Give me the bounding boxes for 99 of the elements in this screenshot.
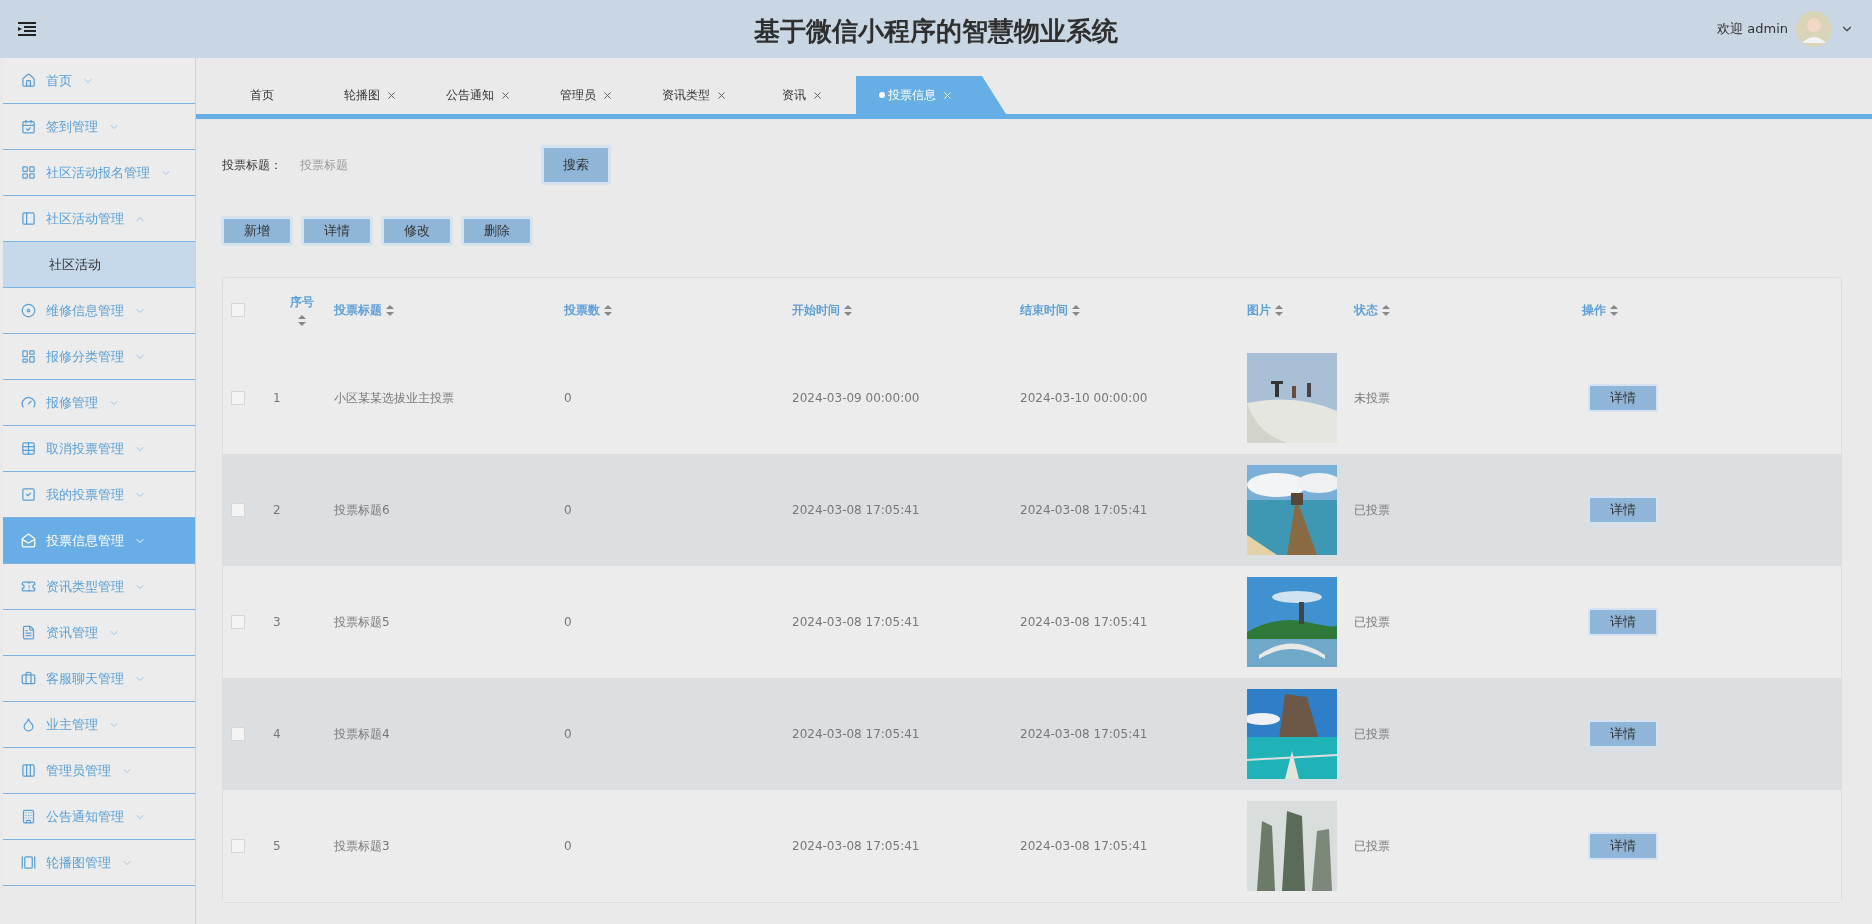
- table-cell-text: 已投票: [1354, 613, 1391, 631]
- checkbox[interactable]: [231, 303, 245, 317]
- column-header[interactable]: 图片: [1247, 301, 1271, 319]
- table-cell-text: 0: [564, 615, 573, 629]
- menu-icon[interactable]: [18, 22, 36, 36]
- sort-icon[interactable]: [297, 315, 306, 326]
- checkbox[interactable]: [231, 391, 245, 405]
- table-cell-text: 0: [564, 503, 573, 517]
- search-button[interactable]: 搜索: [542, 146, 610, 184]
- close-icon[interactable]: [499, 89, 511, 101]
- table-cell-text: 2: [273, 503, 282, 517]
- detail-button[interactable]: 详情: [1588, 496, 1658, 524]
- sidebar-item[interactable]: 投票信息管理: [3, 518, 195, 564]
- table-cell-text: 投票标题3: [334, 837, 391, 855]
- table-cell-text: 投票标题5: [334, 613, 391, 631]
- search-field[interactable]: 投票标题: [294, 150, 486, 180]
- column-header[interactable]: 状态: [1354, 301, 1378, 319]
- table-cell-text: 2024-03-08 17:05:41: [792, 727, 921, 741]
- tab[interactable]: 轮播图: [316, 76, 424, 114]
- document-icon: [21, 625, 36, 640]
- table-cell-text: 2024-03-08 17:05:41: [1020, 615, 1149, 629]
- table-cell-text: 未投票: [1354, 389, 1391, 407]
- checkbox[interactable]: [231, 839, 245, 853]
- welcome-text: 欢迎 admin: [1717, 20, 1788, 38]
- table-cell-text: 投票标题4: [334, 725, 391, 743]
- sort-icon[interactable]: [844, 304, 852, 316]
- sort-icon[interactable]: [1072, 304, 1080, 316]
- table-icon: [21, 441, 36, 456]
- search-label: 投票标题：: [222, 156, 282, 174]
- sort-icon[interactable]: [1610, 304, 1618, 316]
- table-cell-text: 2024-03-08 17:05:41: [1020, 727, 1149, 741]
- detail-button[interactable]: 详情: [1588, 384, 1658, 412]
- ticket-icon: [21, 579, 36, 594]
- close-icon[interactable]: [385, 89, 397, 101]
- disc-icon: [21, 303, 36, 318]
- close-icon[interactable]: [601, 89, 613, 101]
- app-title: 基于微信小程序的智慧物业系统: [754, 16, 1118, 46]
- column-header[interactable]: 投票标题: [334, 301, 382, 319]
- tab[interactable]: 公告通知: [424, 76, 532, 114]
- checkbox-icon: [21, 487, 36, 502]
- table-cell-text: 2024-03-09 00:00:00: [792, 391, 921, 405]
- tab[interactable]: 首页: [208, 76, 316, 114]
- checkbox[interactable]: [231, 615, 245, 629]
- tab[interactable]: 资讯类型: [640, 76, 748, 114]
- table-cell-text: 5: [273, 839, 282, 853]
- dashboard-icon: [21, 349, 36, 364]
- table-cell-text: 0: [564, 727, 573, 741]
- action-button[interactable]: 删除: [462, 217, 532, 245]
- close-icon[interactable]: [942, 89, 953, 101]
- building-icon: [21, 809, 36, 824]
- table-cell-text: 已投票: [1354, 501, 1391, 519]
- action-button[interactable]: 新增: [222, 217, 292, 245]
- table-cell-text: 1: [273, 391, 282, 405]
- column-header[interactable]: 投票数: [564, 301, 600, 319]
- table-cell-text: 2024-03-08 17:05:41: [792, 503, 921, 517]
- table-cell-text: 2024-03-08 17:05:41: [792, 839, 921, 853]
- table-cell-text: 2024-03-08 17:05:41: [1020, 503, 1149, 517]
- table-cell-text: 4: [273, 727, 282, 741]
- table-cell-text: 已投票: [1354, 837, 1391, 855]
- column-header[interactable]: 序号: [289, 294, 314, 311]
- tab[interactable]: 投票信息: [856, 76, 1006, 114]
- sort-icon[interactable]: [386, 304, 394, 316]
- detail-button[interactable]: 详情: [1588, 832, 1658, 860]
- calendar-icon: [21, 119, 36, 134]
- gauge-icon: [21, 395, 36, 410]
- detail-button[interactable]: 详情: [1588, 608, 1658, 636]
- sidebar-subitem[interactable]: 社区活动: [3, 242, 195, 288]
- gallery-icon: [21, 855, 36, 870]
- table-cell-text: 投票标题6: [334, 501, 391, 519]
- sort-icon[interactable]: [1275, 304, 1283, 316]
- table-cell-text: 3: [273, 615, 282, 629]
- grid-icon: [21, 165, 36, 180]
- table-cell-text: 0: [564, 839, 573, 853]
- sort-icon[interactable]: [604, 304, 612, 316]
- action-button[interactable]: 修改: [382, 217, 452, 245]
- column-header[interactable]: 结束时间: [1020, 301, 1068, 319]
- tab[interactable]: 管理员: [532, 76, 640, 114]
- envelope-icon: [21, 533, 36, 548]
- sort-icon[interactable]: [1382, 304, 1390, 316]
- briefcase-icon: [21, 671, 36, 686]
- close-icon[interactable]: [715, 89, 727, 101]
- table-cell-text: 已投票: [1354, 725, 1391, 743]
- checkbox[interactable]: [231, 503, 245, 517]
- checkbox[interactable]: [231, 727, 245, 741]
- table-cell-text: 0: [564, 391, 573, 405]
- tab[interactable]: 资讯: [748, 76, 856, 114]
- table-cell-text: 2024-03-10 00:00:00: [1020, 391, 1149, 405]
- table-cell-text: 小区某某选拔业主投票: [334, 389, 455, 407]
- table-cell-text: 2024-03-08 17:05:41: [1020, 839, 1149, 853]
- panel-icon: [21, 211, 36, 226]
- droplet-icon: [21, 717, 36, 732]
- column-header[interactable]: 开始时间: [792, 301, 840, 319]
- columns-icon: [21, 763, 36, 778]
- action-button[interactable]: 详情: [302, 217, 372, 245]
- table-cell-text: 2024-03-08 17:05:41: [792, 615, 921, 629]
- column-header[interactable]: 操作: [1582, 301, 1606, 319]
- close-icon[interactable]: [811, 89, 823, 101]
- home-icon: [21, 73, 36, 88]
- detail-button[interactable]: 详情: [1588, 720, 1658, 748]
